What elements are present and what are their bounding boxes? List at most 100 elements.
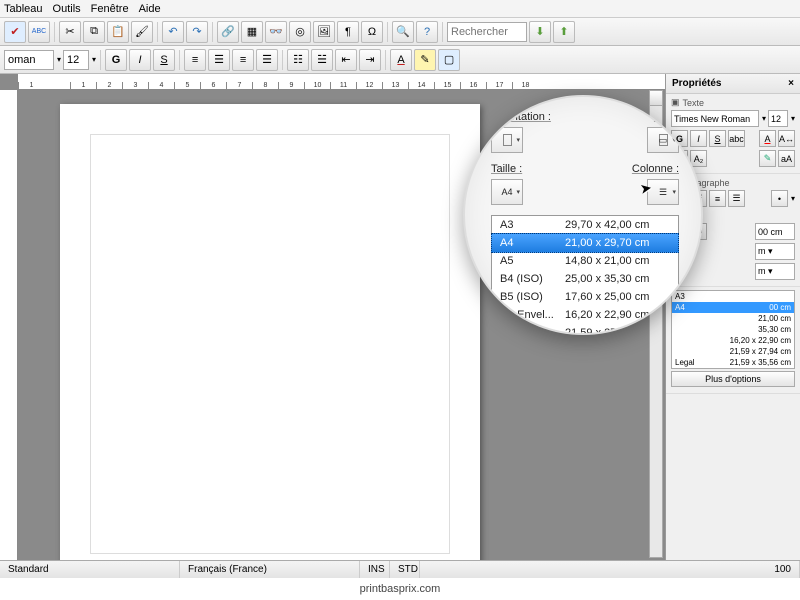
paste-icon[interactable]: 📋 <box>107 21 129 43</box>
search-down-icon[interactable]: ⬇ <box>529 21 551 43</box>
subscript-icon[interactable]: A₂ <box>690 150 707 167</box>
indent-inc-icon[interactable]: ⇥ <box>359 49 381 71</box>
char-icon[interactable]: aA <box>778 150 795 167</box>
abc-icon[interactable]: ABC <box>28 21 50 43</box>
nonprint-icon[interactable]: ¶ <box>337 21 359 43</box>
indent-value[interactable]: 00 cm <box>755 223 795 240</box>
align-justify-icon[interactable]: ☰ <box>728 190 745 207</box>
gallery-icon[interactable]: 🖼 <box>313 21 335 43</box>
dropdown-icon[interactable]: ▾ <box>791 194 795 203</box>
magnifier-overlay: Orientation : Marg ▭ Taille : Colonne : … <box>463 95 703 335</box>
list-item[interactable]: A421,00 x 29,70 cm <box>491 233 679 253</box>
bg-color-icon[interactable]: ▢ <box>438 49 460 71</box>
font-color-icon[interactable]: A <box>390 49 412 71</box>
cut-icon[interactable]: ✂ <box>59 21 81 43</box>
search-up-icon[interactable]: ⬆ <box>553 21 575 43</box>
font-size-input[interactable] <box>63 50 89 70</box>
highlight-icon[interactable]: ✎ <box>414 49 436 71</box>
spacing-value[interactable]: m ▾ <box>755 243 795 260</box>
status-bar: Standard Français (France) INS STD 100 <box>0 560 800 578</box>
list-item[interactable]: B5 (ISO)17,60 x 25,00 cm <box>492 288 678 306</box>
page-size-sidebar-list[interactable]: A3 A400 cm 21,00 cm 35,30 cm 16,20 x 22,… <box>671 290 795 369</box>
orientation-picker[interactable] <box>491 127 523 153</box>
binoculars-icon[interactable]: 👓 <box>265 21 287 43</box>
horizontal-ruler[interactable]: 1 12 34 56 78 910 1112 1314 1516 1718 <box>18 74 665 90</box>
number-list-icon[interactable]: ☱ <box>311 49 333 71</box>
help-icon[interactable]: ? <box>416 21 438 43</box>
align-justify-icon[interactable]: ☰ <box>256 49 278 71</box>
dropdown-icon[interactable]: ▾ <box>57 55 61 64</box>
list-item[interactable]: A400 cm <box>672 302 794 313</box>
list-item[interactable]: B4 (ISO)25,00 x 35,30 cm <box>492 270 678 288</box>
properties-title: Propriétés <box>672 78 721 89</box>
undo-icon[interactable]: ↶ <box>162 21 184 43</box>
more-options-button[interactable]: Plus d'options <box>671 371 795 387</box>
status-std[interactable]: STD <box>390 561 420 578</box>
font-color-icon[interactable]: A <box>759 130 776 147</box>
status-ins[interactable]: INS <box>360 561 390 578</box>
list-item[interactable]: A3 <box>672 291 794 302</box>
format-toolbar: ▾ ▾ G I S ≡ ☰ ≡ ☰ ☷ ☱ ⇤ ⇥ A ✎ ▢ <box>0 46 800 74</box>
italic-button[interactable]: I <box>129 49 151 71</box>
footer: printbasprix.com <box>0 578 800 600</box>
bold-button[interactable]: G <box>105 49 127 71</box>
font-name-input[interactable] <box>4 50 54 70</box>
link-icon[interactable]: 🔗 <box>217 21 239 43</box>
section-text: Texte <box>683 98 705 108</box>
redo-icon[interactable]: ↷ <box>186 21 208 43</box>
list-item[interactable]: 21,00 cm <box>672 313 794 324</box>
char-spacing-icon[interactable]: A↔ <box>778 130 795 147</box>
align-right-icon[interactable]: ≡ <box>232 49 254 71</box>
list-item[interactable]: Legal21,59 x 35,56 cm <box>672 357 794 368</box>
size-picker[interactable]: A4 <box>491 179 523 205</box>
menu-fenetre[interactable]: Fenêtre <box>91 3 129 15</box>
dropdown-icon[interactable]: ▾ <box>92 55 96 64</box>
format-paint-icon[interactable]: 🖌 <box>131 21 153 43</box>
list-item[interactable]: 35,30 cm <box>672 324 794 335</box>
dropdown-icon[interactable]: ▾ <box>791 114 795 123</box>
chars-icon[interactable]: Ω <box>361 21 383 43</box>
bullet-list-icon[interactable]: ☷ <box>287 49 309 71</box>
status-zoom[interactable]: 100 <box>766 561 800 578</box>
list-item[interactable]: A514,80 x 21,00 cm <box>492 252 678 270</box>
strike-button[interactable]: abc <box>728 130 745 147</box>
footer-text: printbasprix.com <box>360 583 441 595</box>
status-lang[interactable]: Français (France) <box>180 561 360 578</box>
align-right-icon[interactable]: ≡ <box>709 190 726 207</box>
menu-outils[interactable]: Outils <box>53 3 81 15</box>
italic-button[interactable]: I <box>690 130 707 147</box>
nav-icon[interactable]: ◎ <box>289 21 311 43</box>
underline-button[interactable]: S <box>153 49 175 71</box>
spellcheck-icon[interactable]: ✔ <box>4 21 26 43</box>
copy-icon[interactable]: ⧉ <box>83 21 105 43</box>
table-icon[interactable]: ▦ <box>241 21 263 43</box>
menu-aide[interactable]: Aide <box>139 3 161 15</box>
indent-dec-icon[interactable]: ⇤ <box>335 49 357 71</box>
cursor-icon: ➤ <box>639 179 654 198</box>
spacing-value2[interactable]: m ▾ <box>755 263 795 280</box>
menubar: Tableau Outils Fenêtre Aide <box>0 0 800 18</box>
page[interactable] <box>60 104 480 584</box>
list-item[interactable]: 16,20 x 22,90 cm <box>672 335 794 346</box>
zoom-icon[interactable]: 🔍 <box>392 21 414 43</box>
expand-icon[interactable]: ▣ <box>671 97 680 108</box>
search-input[interactable] <box>447 22 527 42</box>
list-item[interactable]: A329,70 x 42,00 cm <box>492 216 678 234</box>
highlight-icon[interactable]: ✎ <box>759 150 776 167</box>
font-select[interactable]: Times New Roman <box>671 110 759 127</box>
align-left-icon[interactable]: ≡ <box>184 49 206 71</box>
align-center-icon[interactable]: ☰ <box>208 49 230 71</box>
marge-picker[interactable]: ▭ <box>647 127 679 153</box>
vertical-ruler[interactable] <box>0 90 18 560</box>
menu-tableau[interactable]: Tableau <box>4 3 43 15</box>
main-toolbar: ✔ ABC ✂ ⧉ 📋 🖌 ↶ ↷ 🔗 ▦ 👓 ◎ 🖼 ¶ Ω 🔍 ? ⬇ ⬆ <box>0 18 800 46</box>
dropdown-icon[interactable]: ▾ <box>762 114 766 123</box>
bullets-icon[interactable]: • <box>771 190 788 207</box>
list-item[interactable]: 21,59 x 27,94 cm <box>672 346 794 357</box>
close-icon[interactable]: × <box>788 78 794 89</box>
size-select[interactable]: 12 <box>768 110 788 127</box>
properties-panel: Propriétés × ▣Texte Times New Roman ▾ 12… <box>665 74 800 560</box>
status-mode[interactable]: Standard <box>0 561 180 578</box>
colonne-label: Colonne : <box>632 163 679 175</box>
underline-button[interactable]: S <box>709 130 726 147</box>
